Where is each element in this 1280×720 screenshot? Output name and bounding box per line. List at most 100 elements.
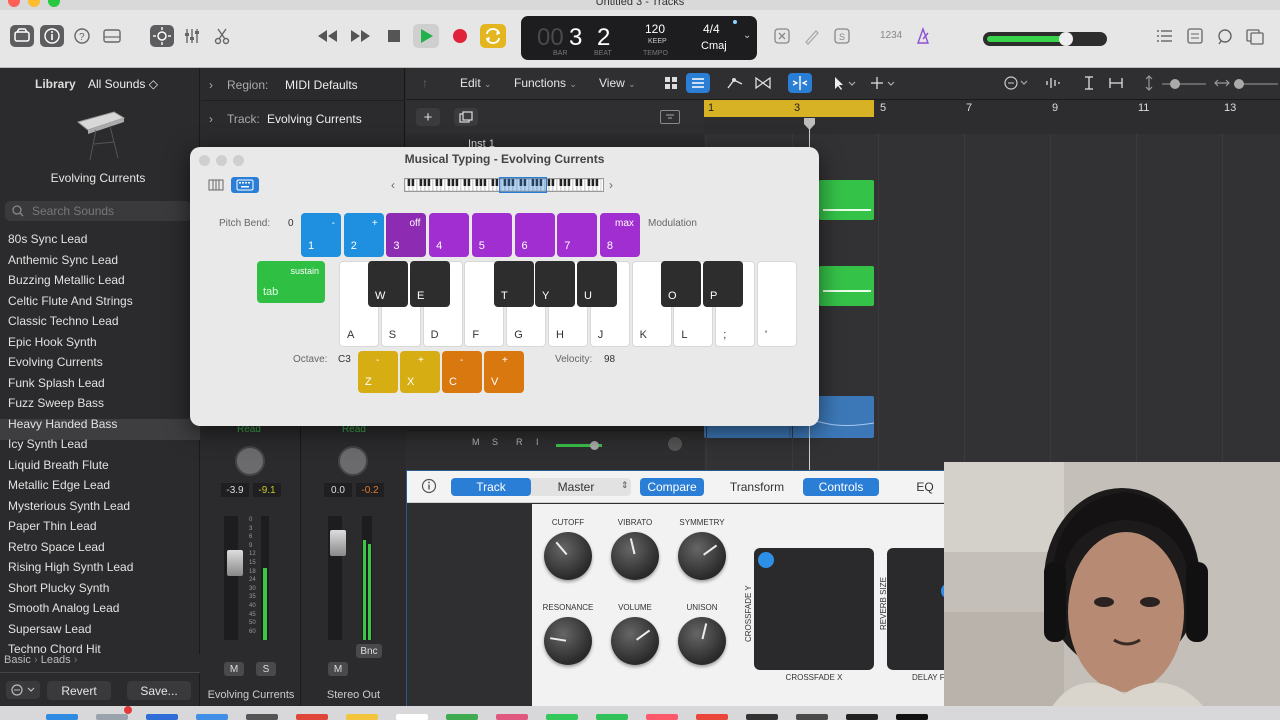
mute-button[interactable]: M [224, 662, 244, 676]
black-key[interactable]: Y [535, 261, 575, 307]
mini-black-key[interactable] [451, 179, 455, 186]
mini-black-key[interactable] [419, 179, 423, 186]
black-key[interactable]: U [577, 261, 617, 307]
sustain-tab-key[interactable]: sustain tab [257, 261, 325, 303]
list-editors-icon[interactable] [1153, 25, 1177, 47]
track-record-button[interactable]: R [516, 437, 523, 447]
mini-black-key[interactable] [439, 179, 443, 186]
lcd-display[interactable]: 00 3 2 BAR BEAT 120 KEEP TEMPO 4/4 Cmaj … [521, 16, 757, 60]
sound-list-item[interactable]: Icy Synth Lead [8, 437, 87, 451]
mini-black-key[interactable] [447, 179, 451, 186]
info-icon[interactable] [421, 478, 437, 494]
media-browser-icon[interactable] [1243, 25, 1267, 47]
functions-menu[interactable]: Functions ⌄ [514, 76, 577, 90]
toolbar-toggle-icon[interactable] [100, 25, 124, 47]
mini-black-key[interactable] [407, 179, 411, 186]
volume-readout[interactable]: 0.0 [324, 483, 352, 497]
playhead-marker-icon[interactable] [804, 118, 815, 130]
reverb-delay-xy-pad[interactable] [887, 548, 953, 670]
sound-list-item[interactable]: Epic Hook Synth [8, 335, 97, 349]
sound-list-item[interactable]: 80s Sync Lead [8, 232, 87, 246]
duplicate-track-icon[interactable] [454, 108, 478, 126]
sound-list-item[interactable]: Paper Thin Lead [8, 519, 97, 533]
master-volume-knob[interactable] [1059, 32, 1073, 46]
sound-list-item[interactable]: Rising High Synth Lead [8, 560, 133, 574]
control-key-3[interactable]: off 3 [386, 213, 427, 257]
knob-resonance[interactable] [544, 617, 592, 665]
smiley-menu-icon[interactable] [1003, 74, 1033, 92]
record-button[interactable] [447, 24, 473, 48]
edit-menu[interactable]: Edit ⌄ [460, 76, 492, 90]
sound-list-item[interactable]: Heavy Handed Bass [8, 417, 117, 431]
back-arrow-icon[interactable]: ↑ [422, 76, 428, 90]
midi-region[interactable] [819, 266, 874, 306]
waveform-zoom-icon[interactable] [1044, 75, 1062, 91]
control-key-4[interactable]: 4 [429, 213, 470, 257]
library-filter-dropdown[interactable]: All Sounds ◇ [88, 77, 158, 91]
play-button[interactable] [413, 24, 439, 48]
knob-volume[interactable] [611, 617, 659, 665]
mini-black-key[interactable] [427, 179, 431, 186]
vertical-zoom-icon[interactable] [1082, 75, 1096, 91]
octave-key[interactable]: -Z [358, 351, 398, 393]
mini-black-key[interactable] [579, 179, 583, 186]
smart-controls-icon[interactable] [150, 25, 174, 47]
sound-list-item[interactable]: Smooth Analog Lead [8, 601, 119, 615]
sound-list-item[interactable]: Buzzing Metallic Lead [8, 273, 125, 287]
black-key[interactable]: W [368, 261, 408, 307]
mini-black-key[interactable] [587, 179, 591, 186]
range-selection[interactable] [499, 177, 547, 193]
master-stepper-icon[interactable]: ⇕ [621, 480, 629, 491]
volume-fader[interactable] [330, 530, 346, 556]
control-key-5[interactable]: 5 [471, 213, 512, 257]
volume-readout[interactable]: -3.9 [221, 483, 249, 497]
knob-vibrato[interactable] [611, 532, 659, 580]
mini-black-key[interactable] [591, 179, 595, 186]
mini-black-key[interactable] [491, 179, 495, 186]
mini-black-key[interactable] [495, 179, 499, 186]
sound-list-item[interactable]: Retro Space Lead [8, 540, 105, 554]
compare-button[interactable]: Compare [640, 478, 704, 496]
control-key-8[interactable]: max 8 [599, 213, 640, 257]
sound-list-item[interactable]: Evolving Currents [8, 355, 103, 369]
horizontal-size-icon[interactable] [1214, 75, 1230, 91]
octave-right-arrow-icon[interactable]: › [609, 178, 613, 192]
rewind-button[interactable] [314, 24, 340, 48]
mini-black-key[interactable] [423, 179, 427, 186]
octave-key[interactable]: + X [400, 351, 440, 393]
mini-black-key[interactable] [435, 179, 439, 186]
note-pad-icon[interactable] [1183, 25, 1207, 47]
mixer-icon[interactable] [180, 25, 204, 47]
horizontal-zoom-slider[interactable] [1234, 79, 1278, 89]
midi-region[interactable] [819, 180, 874, 220]
sound-list-item[interactable]: Classic Techno Lead [8, 314, 119, 328]
sound-list-item[interactable]: Funk Splash Lead [8, 376, 105, 390]
region-value[interactable]: MIDI Defaults [285, 78, 358, 92]
flex-icon[interactable] [754, 75, 772, 91]
quick-help-icon[interactable]: ? [70, 25, 94, 47]
track-disclosure-icon[interactable]: › [209, 112, 213, 126]
lcd-dropdown-chevron-icon[interactable]: ⌄ [743, 30, 751, 41]
xy-pad-handle[interactable] [758, 552, 774, 568]
track-tab[interactable]: Track [451, 478, 531, 496]
sound-list-item[interactable]: Techno Chord Hit [8, 642, 101, 656]
replace-mode-icon[interactable] [770, 25, 794, 47]
tuner-pencil-icon[interactable] [800, 25, 824, 47]
library-actions-menu[interactable] [6, 681, 40, 699]
pencil-tool-icon[interactable] [870, 75, 900, 91]
mini-black-key[interactable] [411, 179, 415, 186]
search-sounds-field[interactable]: Search Sounds [5, 201, 191, 221]
velocity-key[interactable]: -C [442, 351, 482, 393]
controls-tab[interactable]: Controls [803, 478, 879, 496]
mini-black-key[interactable] [475, 179, 479, 186]
sound-list-item[interactable]: Liquid Breath Flute [8, 458, 109, 472]
inspector-toggle-icon[interactable] [40, 25, 64, 47]
sound-list-item[interactable]: Mysterious Synth Lead [8, 499, 130, 513]
global-tracks-icon[interactable] [660, 110, 680, 124]
octave-left-arrow-icon[interactable]: ‹ [391, 178, 395, 192]
knob-cutoff[interactable] [544, 532, 592, 580]
track-volume-slider[interactable] [556, 441, 602, 450]
black-key[interactable]: P [703, 261, 743, 307]
black-key[interactable]: T [494, 261, 534, 307]
control-key-1[interactable]: -1 [301, 213, 341, 257]
